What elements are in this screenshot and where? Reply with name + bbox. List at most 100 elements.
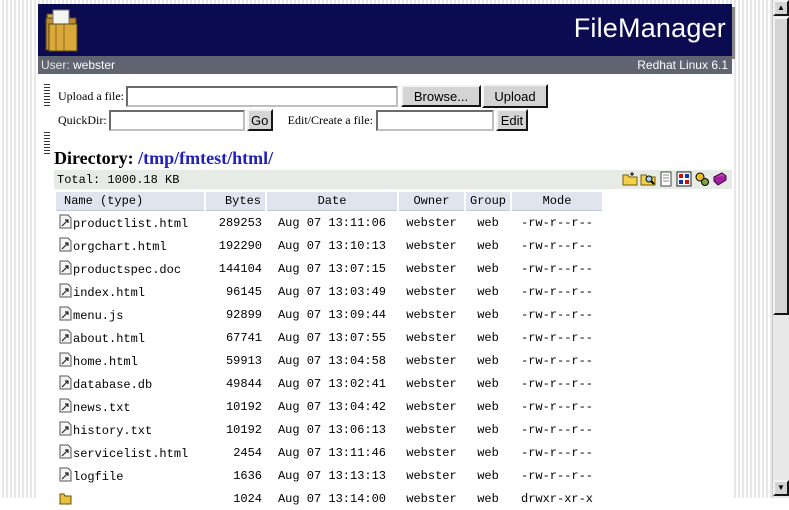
scroll-down-button[interactable]: ▼ — [773, 480, 789, 496]
file-name-cell[interactable]: news.txt — [56, 395, 204, 418]
file-name[interactable]: about.html — [73, 332, 145, 346]
file-icon — [59, 444, 72, 459]
file-name[interactable]: menu.js — [73, 309, 123, 323]
file-group: web — [477, 399, 499, 414]
file-name[interactable]: productspec.doc — [73, 263, 181, 277]
file-name-cell[interactable] — [56, 487, 204, 510]
file-name-cell[interactable]: logfile — [56, 464, 204, 487]
file-mode: -rw-r--r-- — [521, 330, 594, 345]
table-row[interactable]: logfile 1636 Aug 07 13:13:13 webster web -rw-… — [56, 464, 602, 487]
file-icon — [59, 237, 72, 252]
file-icon — [59, 306, 72, 321]
file-name-cell[interactable]: productlist.html — [56, 211, 204, 234]
file-name[interactable]: news.txt — [73, 401, 131, 415]
file-date: Aug 07 13:06:13 — [277, 422, 387, 437]
directory-drag-handle[interactable] — [44, 132, 50, 154]
table-row[interactable]: 1024 Aug 07 13:14:00 webster web drwxr-xr-x — [56, 487, 602, 510]
file-icon — [59, 214, 72, 229]
vertical-scrollbar[interactable]: ▲ ▼ — [772, 0, 789, 498]
search-icon[interactable] — [640, 171, 656, 187]
new-file-icon[interactable] — [658, 171, 674, 187]
directory-path-link[interactable]: /tmp/fmtest/html/ — [138, 148, 273, 168]
file-name-cell[interactable]: index.html — [56, 280, 204, 303]
upload-drag-handle[interactable] — [44, 84, 50, 106]
file-mode: -rw-r--r-- — [521, 376, 594, 391]
file-name[interactable]: database.db — [73, 378, 152, 392]
file-name-cell[interactable]: orgchart.html — [56, 234, 204, 257]
edit-file-input[interactable] — [375, 109, 494, 131]
table-row[interactable]: productspec.doc 144104 Aug 07 13:07:15 webs… — [56, 257, 602, 280]
file-name-cell[interactable]: database.db — [56, 372, 204, 395]
file-bytes: 49844 — [225, 376, 262, 391]
user-info: User: webster — [41, 58, 115, 72]
file-name-cell[interactable]: home.html — [56, 349, 204, 372]
file-name[interactable]: servicelist.html — [73, 447, 188, 461]
browse-button[interactable]: Browse... — [400, 85, 481, 107]
file-bytes: 59913 — [225, 353, 262, 368]
col-mode-header[interactable]: Mode — [512, 192, 603, 211]
go-button[interactable]: Go — [246, 109, 273, 131]
table-row[interactable]: menu.js 92899 Aug 07 13:09:44 webster web -rw… — [56, 303, 602, 326]
file-owner: webster — [406, 468, 457, 483]
file-owner: webster — [406, 215, 457, 230]
col-group-header[interactable]: Group — [466, 192, 511, 211]
folder-logo-icon — [45, 9, 78, 52]
col-date-header[interactable]: Date — [267, 192, 397, 211]
table-row[interactable]: orgchart.html 192290 Aug 07 13:10:13 webste… — [56, 234, 602, 257]
file-date: Aug 07 13:09:44 — [277, 307, 387, 322]
col-bytes-header[interactable]: Bytes — [206, 192, 265, 211]
upload-button[interactable]: Upload — [481, 84, 548, 108]
col-owner-header[interactable]: Owner — [399, 192, 464, 211]
file-owner: webster — [406, 422, 457, 437]
os-name: Redhat Linux 6.1 — [637, 58, 728, 72]
table-row[interactable]: home.html 59913 Aug 07 13:04:58 webster web -… — [56, 349, 602, 372]
file-name-cell[interactable]: about.html — [56, 326, 204, 349]
edit-create-label: Edit/Create a file: — [287, 112, 373, 127]
file-name[interactable]: history.txt — [73, 424, 152, 438]
file-mode: -rw-r--r-- — [521, 445, 594, 460]
file-mode: -rw-r--r-- — [521, 468, 594, 483]
new-folder-icon[interactable] — [622, 171, 638, 187]
table-row[interactable]: database.db 49844 Aug 07 13:02:41 webster we… — [56, 372, 602, 395]
file-tools: Upload a file: Browse... Upload QuickDir… — [38, 78, 732, 134]
col-name-header[interactable]: Name (type) — [56, 192, 204, 211]
table-row[interactable]: productlist.html 289253 Aug 07 13:11:06 web… — [56, 211, 602, 234]
file-icon — [59, 421, 72, 436]
file-owner: webster — [406, 284, 457, 299]
file-name[interactable]: logfile — [73, 470, 123, 484]
table-row[interactable]: servicelist.html 2454 Aug 07 13:11:46 webst… — [56, 441, 602, 464]
edit-button[interactable]: Edit — [495, 109, 528, 131]
quickdir-input[interactable] — [108, 109, 245, 131]
file-mode: -rw-r--r-- — [521, 399, 594, 414]
file-name-cell[interactable]: menu.js — [56, 303, 204, 326]
grid-view-icon[interactable] — [676, 171, 692, 187]
file-table-body: productlist.html 289253 Aug 07 13:11:06 web… — [56, 211, 602, 510]
table-row[interactable]: about.html 67741 Aug 07 13:07:55 webster web… — [56, 326, 602, 349]
file-bytes: 1636 — [233, 468, 262, 483]
upload-file-input[interactable] — [125, 85, 398, 107]
file-mode: -rw-r--r-- — [521, 238, 594, 253]
file-name-cell[interactable]: servicelist.html — [56, 441, 204, 464]
file-owner: webster — [406, 376, 457, 391]
file-name[interactable]: orgchart.html — [73, 240, 167, 254]
file-bytes: 10192 — [225, 399, 262, 414]
book-icon[interactable] — [712, 171, 728, 187]
table-row[interactable]: news.txt 10192 Aug 07 13:04:42 webster web -r… — [56, 395, 602, 418]
file-group: web — [477, 468, 499, 483]
file-name[interactable]: index.html — [73, 286, 145, 300]
scroll-up-button[interactable]: ▲ — [773, 0, 789, 16]
file-icon — [59, 260, 72, 275]
file-name[interactable]: home.html — [73, 355, 138, 369]
settings-icon[interactable] — [694, 171, 710, 187]
file-name-cell[interactable]: history.txt — [56, 418, 204, 441]
file-name[interactable]: productlist.html — [73, 217, 188, 231]
file-mode: drwxr-xr-x — [521, 491, 594, 506]
total-size: Total: 1000.18 KB — [57, 172, 180, 187]
table-row[interactable]: history.txt 10192 Aug 07 13:06:13 webster we… — [56, 418, 602, 441]
file-group: web — [477, 376, 499, 391]
upload-label: Upload a file: — [58, 88, 124, 103]
file-icon — [59, 398, 72, 413]
scroll-thumb[interactable] — [773, 17, 789, 315]
table-row[interactable]: index.html 96145 Aug 07 13:03:49 webster web… — [56, 280, 602, 303]
file-name-cell[interactable]: productspec.doc — [56, 257, 204, 280]
